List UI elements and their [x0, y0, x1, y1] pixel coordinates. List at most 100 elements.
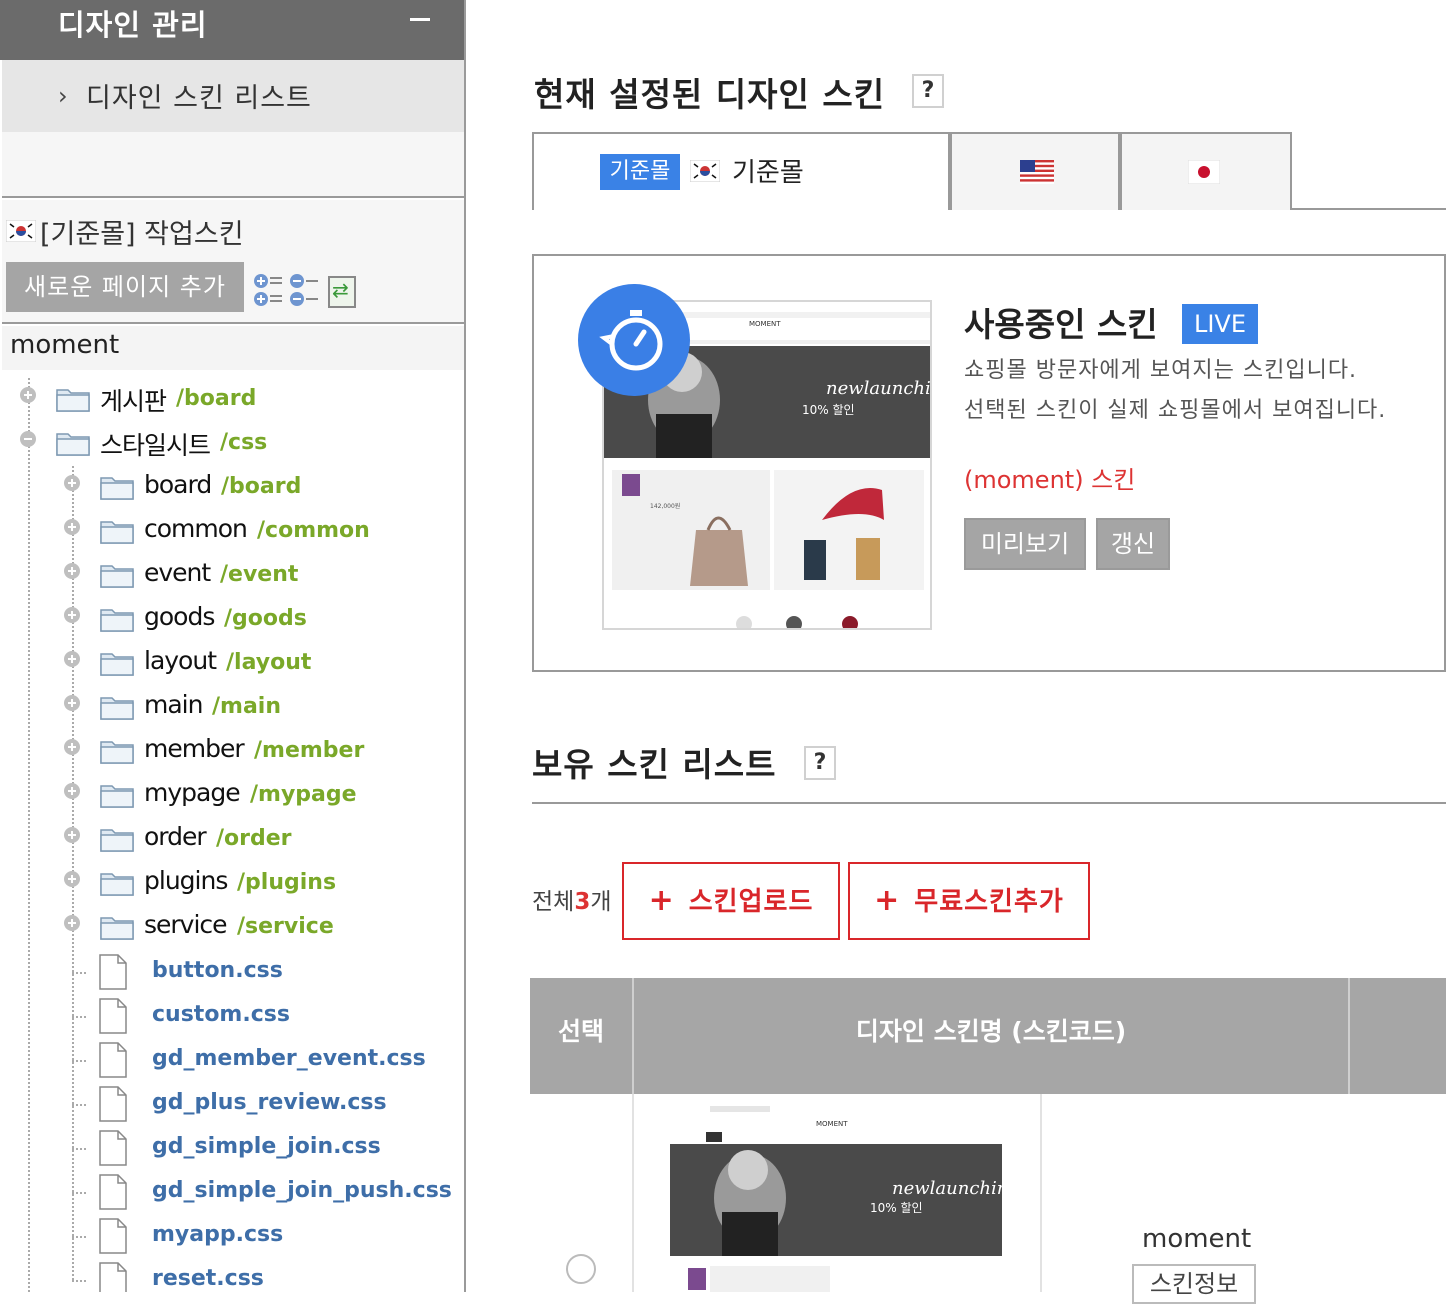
tree-file[interactable]: gd_plus_review.css	[0, 1082, 460, 1126]
expand-icon[interactable]	[20, 387, 36, 403]
tree-folder[interactable]: layout/layout	[0, 642, 460, 686]
chevron-right-icon: ›	[58, 82, 68, 110]
refresh-icon[interactable]	[328, 276, 356, 308]
divider	[532, 802, 1446, 804]
folder-icon	[100, 474, 134, 500]
tree-line	[72, 1148, 86, 1150]
sidebar-header-title: 디자인 관리	[58, 8, 208, 42]
expand-icon[interactable]	[64, 563, 80, 579]
plus-icon: +	[648, 883, 675, 918]
folder-name: event	[144, 558, 211, 587]
file-name: custom.css	[152, 1002, 290, 1027]
expand-icon[interactable]	[64, 739, 80, 755]
skin-info-button[interactable]: 스킨정보	[1132, 1264, 1256, 1304]
live-skin-panel: MOMENT newlaunching 10% 할인 142,000원	[532, 254, 1446, 672]
preview-button[interactable]: 미리보기	[964, 518, 1086, 570]
tab-base-mall[interactable]: 기준몰 기준몰	[532, 132, 950, 210]
expand-icon[interactable]	[64, 519, 80, 535]
tree-file[interactable]: gd_simple_join.css	[0, 1126, 460, 1170]
tree-file[interactable]: button.css	[0, 950, 460, 994]
folder-name: mypage	[144, 778, 241, 807]
thumb-brand-text: MOMENT	[816, 1120, 848, 1128]
help-icon[interactable]: ?	[912, 74, 944, 108]
expand-icon[interactable]	[64, 915, 80, 931]
sidebar-header[interactable]: 디자인 관리	[0, 0, 464, 60]
thumb-script-text: newlaunching	[826, 378, 932, 399]
tree-folder[interactable]: member/member	[0, 730, 460, 774]
current-skin-title: 현재 설정된 디자인 스킨	[534, 75, 886, 114]
skin-select-radio[interactable]	[566, 1254, 596, 1284]
tree-file[interactable]: reset.css	[0, 1258, 460, 1292]
tree-folder[interactable]: common/common	[0, 510, 460, 554]
folder-icon	[56, 430, 90, 456]
tree-folder[interactable]: board/board	[0, 466, 460, 510]
tree-file[interactable]: gd_simple_join_push.css	[0, 1170, 460, 1214]
tree-folder[interactable]: order/order	[0, 818, 460, 862]
add-page-button[interactable]: 새로운 페이지 추가	[6, 262, 244, 312]
tree-folder[interactable]: service/service	[0, 906, 460, 950]
live-skin-desc-1: 쇼핑몰 방문자에게 보여지는 스킨입니다.	[964, 358, 1358, 383]
thumb-brand-text: MOMENT	[749, 320, 781, 328]
file-icon	[98, 1218, 128, 1254]
folder-icon	[100, 518, 134, 544]
folder-icon	[100, 738, 134, 764]
sidebar-item-design-skin-list[interactable]: › 디자인 스킨 리스트	[2, 60, 464, 132]
main-content: 현재 설정된 디자인 스킨 ? 기준몰 기준몰 MOMENT newlaunch…	[466, 0, 1446, 1304]
us-flag-icon	[1020, 160, 1054, 184]
folder-icon	[100, 694, 134, 720]
file-name: reset.css	[152, 1266, 264, 1291]
tree-line	[72, 972, 86, 974]
folder-path: /main	[212, 694, 282, 719]
folder-icon	[100, 650, 134, 676]
tab-jp-mall[interactable]	[1120, 132, 1292, 210]
file-name: myapp.css	[152, 1222, 284, 1247]
folder-name: member	[144, 734, 245, 763]
help-icon[interactable]: ?	[804, 746, 836, 780]
expand-icon[interactable]	[64, 871, 80, 887]
base-mall-badge: 기준몰	[600, 154, 680, 190]
file-icon	[98, 1262, 128, 1292]
tree-folder[interactable]: 스타일시트/css	[0, 422, 460, 466]
divider	[1040, 1094, 1042, 1292]
tree-root-name: moment	[10, 330, 120, 360]
expand-icon[interactable]	[64, 783, 80, 799]
folder-icon	[100, 782, 134, 808]
tree-folder[interactable]: event/event	[0, 554, 460, 598]
folder-name: plugins	[144, 866, 228, 895]
folder-path: /common	[257, 518, 370, 543]
tab-us-mall[interactable]	[950, 132, 1120, 210]
tree-root[interactable]: moment	[2, 326, 464, 370]
folder-path: /layout	[226, 650, 312, 675]
folder-name: 게시판	[100, 387, 167, 416]
japan-flag-icon	[1188, 160, 1220, 184]
expand-icon[interactable]	[64, 651, 80, 667]
tree-folder[interactable]: plugins/plugins	[0, 862, 460, 906]
tree-folder[interactable]: goods/goods	[0, 598, 460, 642]
folder-path: /css	[220, 430, 268, 455]
folder-path: /board	[176, 386, 257, 411]
expand-icon[interactable]	[64, 695, 80, 711]
tree-file[interactable]: custom.css	[0, 994, 460, 1038]
skin-upload-button[interactable]: + 스킨업로드	[622, 862, 840, 940]
file-name: gd_plus_review.css	[152, 1090, 387, 1115]
collapse-minus-icon[interactable]	[410, 18, 430, 21]
free-skin-add-button[interactable]: + 무료스킨추가	[848, 862, 1090, 940]
tree-expand-collapse-icons[interactable]	[252, 272, 322, 308]
collapse-icon[interactable]	[20, 431, 36, 447]
divider	[632, 1094, 634, 1292]
sidebar-spacer	[2, 132, 464, 198]
folder-path: /service	[237, 914, 334, 939]
tree-file[interactable]: myapp.css	[0, 1214, 460, 1258]
tree-file[interactable]: gd_member_event.css	[0, 1038, 460, 1082]
tree-folder[interactable]: mypage/mypage	[0, 774, 460, 818]
folder-icon	[56, 386, 90, 412]
live-badge: LIVE	[1182, 304, 1258, 344]
tree-folder[interactable]: main/main	[0, 686, 460, 730]
refresh-button[interactable]: 갱신	[1096, 518, 1170, 570]
expand-icon[interactable]	[64, 607, 80, 623]
expand-icon[interactable]	[64, 827, 80, 843]
tree-folder[interactable]: 게시판/board	[0, 378, 460, 422]
expand-icon[interactable]	[64, 475, 80, 491]
folder-icon	[100, 914, 134, 940]
folder-icon	[100, 870, 134, 896]
